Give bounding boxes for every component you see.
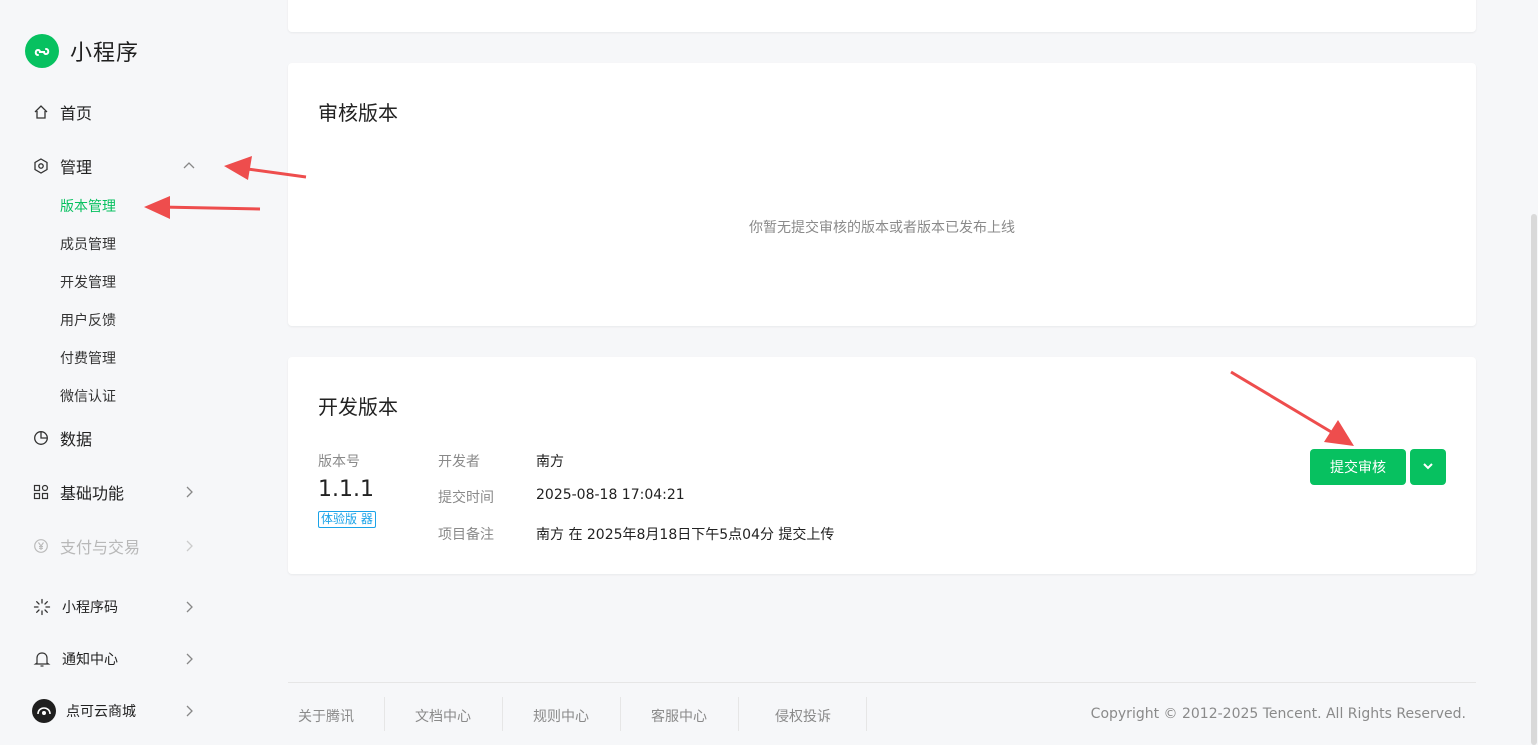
sparkle-icon [32,597,52,617]
grid-icon [32,483,50,501]
nav-home[interactable]: 首页 [32,100,92,124]
footer-divider [738,697,739,731]
bell-icon [32,649,52,669]
chevron-right-icon[interactable] [182,652,196,666]
chevron-right-icon[interactable] [182,539,196,553]
nav-qrcode[interactable]: 小程序码 [32,597,118,617]
dev-version-title: 开发版本 [318,395,398,419]
sidebar-divider [0,555,260,575]
chevron-right-icon[interactable] [182,485,196,499]
review-version-title: 审核版本 [318,101,398,125]
sidebar-item-paid-manage[interactable]: 付费管理 [60,349,116,369]
nav-basic-features-label: 基础功能 [60,484,125,503]
remark-value: 南方 在 2025年8月18日下午5点04分 提交上传 [536,527,835,543]
experience-version-badge[interactable]: 体验版 器 [318,511,376,528]
review-version-card: 审核版本 你暂无提交审核的版本或者版本已发布上线 [288,63,1476,326]
footer-link-docs[interactable]: 文档中心 [415,706,471,726]
review-empty-text: 你暂无提交审核的版本或者版本已发布上线 [749,220,1015,236]
nav-qrcode-label: 小程序码 [62,600,118,616]
nav-home-label: 首页 [60,104,93,123]
footer-divider [502,697,503,731]
chevron-right-icon[interactable] [182,704,196,718]
footer-divider [620,697,621,731]
more-options-button[interactable] [1410,449,1446,485]
chevron-down-icon [1421,458,1435,477]
sidebar-item-dev-manage[interactable]: 开发管理 [60,273,116,293]
nav-basic-features[interactable]: 基础功能 [32,480,124,504]
nav-account-label: 点可云商城 [66,704,136,720]
sidebar: 小程序 首页 管理 版本管理 成员管理 开发管理 用户反馈 付费管理 微信认证 … [0,0,260,745]
submit-review-button[interactable]: 提交审核 [1310,449,1406,485]
sidebar-item-wechat-verify[interactable]: 微信认证 [60,387,116,407]
miniprogram-logo-icon [25,34,59,68]
version-number: 1.1.1 [318,477,374,502]
nav-notification[interactable]: 通知中心 [32,649,118,669]
yen-icon [32,537,50,555]
nav-data-label: 数据 [60,430,93,449]
sidebar-item-member-manage[interactable]: 成员管理 [60,235,116,255]
pie-chart-icon [32,429,50,447]
footer-link-rules[interactable]: 规则中心 [533,706,589,726]
hexagon-icon [32,157,50,175]
nav-manage[interactable]: 管理 [32,154,92,178]
submit-time-label: 提交时间 [438,490,494,506]
home-icon [32,103,50,121]
nav-account[interactable]: 点可云商城 [32,699,136,723]
chevron-right-icon[interactable] [182,600,196,614]
dev-version-card: 开发版本 版本号 1.1.1 体验版 器 开发者 南方 提交时间 2025-08… [288,357,1476,574]
footer-link-about[interactable]: 关于腾讯 [298,706,354,726]
version-number-label: 版本号 [318,454,360,470]
footer-divider [384,697,385,731]
brand-title: 小程序 [70,41,140,66]
submit-time-value: 2025-08-18 17:04:21 [536,487,685,503]
copyright-text: Copyright © 2012-2025 Tencent. All Right… [1090,706,1466,722]
nav-data[interactable]: 数据 [32,426,92,450]
avatar [32,699,56,723]
remark-label: 项目备注 [438,527,494,543]
footer-link-service[interactable]: 客服中心 [651,706,707,726]
developer-value: 南方 [536,454,564,470]
developer-label: 开发者 [438,454,480,470]
nav-notification-label: 通知中心 [62,652,118,668]
nav-manage-label: 管理 [60,158,93,177]
page-scrollbar[interactable] [1530,0,1538,745]
footer: 关于腾讯 文档中心 规则中心 客服中心 侵权投诉 Copyright © 201… [288,682,1476,745]
sidebar-item-user-feedback[interactable]: 用户反馈 [60,311,116,331]
footer-divider [866,697,867,731]
scrollbar-thumb[interactable] [1531,214,1537,745]
chevron-up-icon[interactable] [182,159,196,173]
sidebar-item-version-manage[interactable]: 版本管理 [60,197,116,217]
top-partial-card [288,0,1476,32]
brand[interactable]: 小程序 [25,34,139,68]
footer-link-infringement[interactable]: 侵权投诉 [775,706,831,726]
